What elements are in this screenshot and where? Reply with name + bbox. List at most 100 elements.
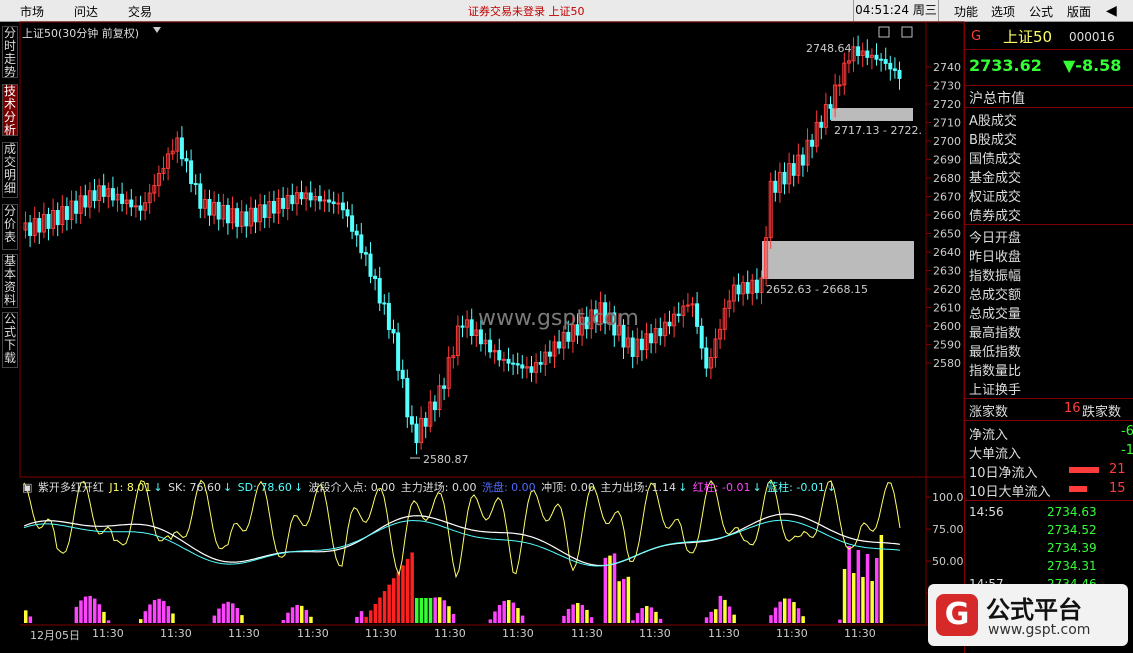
candle-body [253,207,258,223]
candle-body [363,252,368,255]
indicator-bar [401,565,405,623]
candle-body [888,62,893,70]
indicator-bar [447,606,451,623]
flow-label: 大单流入 [969,447,1022,462]
low-price-label: 2580.87 [423,453,469,466]
indicator-bar [801,616,805,623]
period-dropdown-icon[interactable] [153,27,161,33]
last-price: 2733.62 [969,56,1042,75]
candle-body [368,253,373,277]
price-tick: 2720 [933,98,961,111]
indicator-bar [382,591,387,623]
indicator-bar [714,609,718,623]
indicator-bar [102,611,106,623]
candle-body [423,417,428,427]
indicator-bar [24,610,28,623]
indicator-bar [603,557,608,623]
candle-body [667,321,672,327]
candle-body [207,199,212,216]
candle-body [120,193,125,204]
indicator-bar [645,606,649,623]
candle-body [791,163,796,176]
indicator-bar [879,535,884,623]
candle-body [331,201,336,205]
candle-body [235,208,240,227]
price-tick: 2610 [933,302,961,315]
candle-body [244,211,249,227]
indicator-bar [502,600,506,623]
entry-point: 波段介入点: 0.00 [308,481,396,494]
indicator-bar [290,607,295,623]
tick-price: 2734.52 [1047,523,1097,537]
indicator-bar [622,579,626,623]
price-tick: 2580 [933,357,961,370]
candle-body [101,185,106,197]
candle-body [658,328,663,337]
close-chart-icon[interactable] [901,26,913,38]
indicator-bar [640,608,644,623]
candle-body [299,192,304,200]
candle-body [189,160,194,185]
candle-body [290,194,295,205]
candle-body [736,284,741,295]
indicator-bar [157,598,161,623]
flow-value: -1 [1121,443,1133,458]
indicator-bar [580,604,585,623]
market-cap-label: 沪总市值 [969,91,1025,107]
candle-body [354,230,359,236]
candle-body [745,282,750,294]
candle-body [547,351,552,357]
indicator-bar [359,611,364,623]
zone-box-lower [762,241,914,279]
date-tick: 11:30 [844,627,876,640]
indicator-bar [405,558,410,623]
candle-body [133,205,138,208]
candle-body [639,338,644,351]
candle-body [442,385,447,389]
indicator-bar [212,615,217,623]
candle-body [400,369,405,379]
candle-body [699,325,704,349]
indicator-bar [562,615,566,623]
candle-body [317,195,322,202]
candle-body [373,275,378,280]
price-tick: 2730 [933,80,961,93]
window-icon[interactable] [878,26,890,38]
logo-mark-icon: G [936,594,978,636]
date-tick: 11:30 [434,627,466,640]
candle-body [322,199,327,202]
indicator-bar [392,578,396,623]
indicator-bar [410,552,414,623]
price-tick: 2740 [933,61,961,74]
indicator-bar [856,550,861,623]
candle-body [216,201,221,220]
candle-body [511,362,516,365]
indicator-bar [566,609,571,623]
candle-body [110,188,115,201]
indicator-bar [387,584,391,623]
indicator-bar [166,606,171,623]
indicator-bar [97,604,102,623]
price-tick: 2640 [933,246,961,259]
candle-body [782,171,787,185]
candle-body [345,209,350,217]
today-open: 今日开盘 [969,231,1022,246]
indicator-name[interactable]: 紫开多红开红 [38,481,104,494]
indicator-bar [773,607,778,623]
date-tick: 11:30 [776,627,808,640]
indicator-bar [139,619,143,623]
indicator-bar [83,596,88,623]
candle-body [883,59,888,64]
flow-bar [1069,467,1099,473]
candle-body [506,358,511,364]
chart-title: 上证50(30分钟 前复权) [22,27,140,40]
candle-body [754,279,759,293]
indicator-bar [396,571,401,623]
indicator-bar [369,610,373,623]
indicator-bar [148,604,152,623]
candle-body [566,331,571,342]
indicator-menu-icon[interactable]: ▣ [22,481,32,494]
advancers-count: 16 [1064,401,1081,416]
indicator-bar [143,611,148,623]
chart-watermark: www.gspt.com [478,306,639,331]
